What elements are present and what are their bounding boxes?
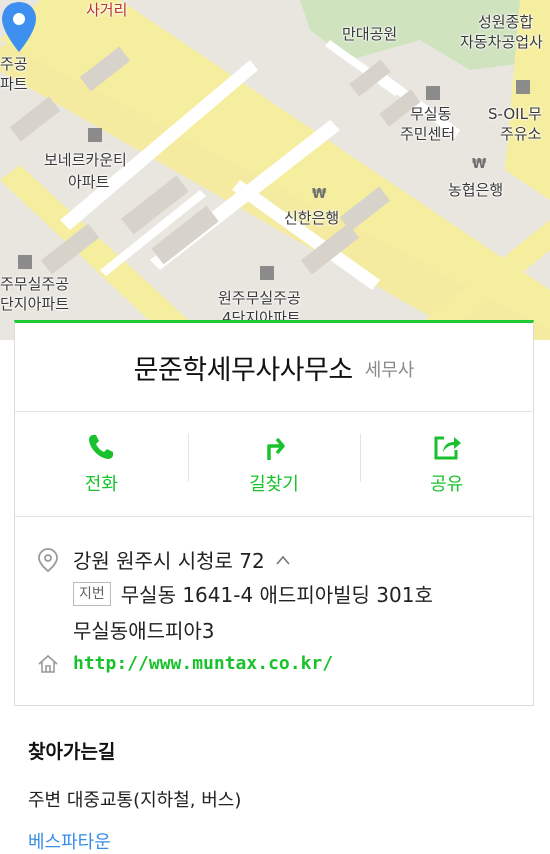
map-label-nonghyup: 농협은행 xyxy=(448,181,504,199)
route-label: 길찾기 xyxy=(249,474,299,495)
svg-text:₩: ₩ xyxy=(472,157,487,172)
route-button[interactable]: 길찾기 xyxy=(187,412,361,516)
share-icon xyxy=(434,436,461,460)
chevron-up-icon[interactable] xyxy=(275,554,291,566)
share-label: 공유 xyxy=(430,474,464,495)
action-bar: 전화 길찾기 공유 xyxy=(15,412,533,516)
map-label-wonju-musil1: 원주무실주공 xyxy=(218,289,301,307)
share-button[interactable]: 공유 xyxy=(360,412,533,516)
directions-title: 찾아가는길 xyxy=(28,741,116,763)
jibun-address: 무실동 1641-4 애드피아빌딩 301호 xyxy=(120,583,433,607)
map-label-auto-complex: 자동차공업사 xyxy=(460,33,543,51)
place-category: 세무사 xyxy=(364,360,415,381)
address-text: 강원 원주시 시청로 72 xyxy=(73,549,265,573)
map-view[interactable]: ₩ ₩ 사거리 만대공원 성원종합 자동차공업사 주공 파트 무실동 주민센터 … xyxy=(0,0,550,340)
map-label-musil-center2: 주민센터 xyxy=(400,125,456,143)
map-label-soil2: 주유소 xyxy=(500,125,542,143)
map-label-apt-left2: 파트 xyxy=(0,75,28,93)
location-pin-icon[interactable] xyxy=(0,0,38,54)
route-arrow-icon xyxy=(267,437,285,460)
map-label-shinhan: 신한은행 xyxy=(284,209,340,227)
address-row[interactable]: 강원 원주시 시청로 72 xyxy=(37,545,291,574)
website-row[interactable]: http://www.muntax.co.kr/ xyxy=(37,653,333,674)
place-card: 문준학세무사사무소 세무사 전화 길찾기 공유 강원 원주시 시청로 72 지번… xyxy=(14,320,534,706)
call-label: 전화 xyxy=(84,474,118,495)
building-name: 무실동애드피아3 xyxy=(73,619,215,643)
map-label-seongwon: 성원종합 xyxy=(478,13,534,31)
svg-text:₩: ₩ xyxy=(312,187,327,202)
call-button[interactable]: 전화 xyxy=(15,412,188,516)
map-label-bonair1: 보네르카운티 xyxy=(44,151,127,169)
place-name: 문준학세무사사무소 xyxy=(133,354,354,386)
jibun-badge: 지번 xyxy=(73,581,111,606)
transit-heading: 주변 대중교통(지하철, 버스) xyxy=(28,790,242,811)
map-label-soil1: S-OIL무 xyxy=(488,105,542,123)
jibun-row: 지번 무실동 1641-4 애드피아빌딩 301호 xyxy=(73,579,433,608)
divider xyxy=(15,516,533,517)
bus-stop-link[interactable]: 베스파타운 xyxy=(28,828,111,854)
map-label-sageori: 사거리 xyxy=(86,1,128,19)
place-title-row: 문준학세무사사무소 세무사 xyxy=(15,323,533,411)
map-label-musil-jugong2: 단지아파트 xyxy=(0,295,70,313)
map-label-musil-center1: 무실동 xyxy=(410,105,452,123)
map-label-musil-jugong1: 주무실주공 xyxy=(0,275,70,293)
website-link[interactable]: http://www.muntax.co.kr/ xyxy=(73,653,333,674)
location-marker-icon xyxy=(38,547,58,572)
phone-icon xyxy=(89,435,114,459)
map-label-mandae-park: 만대공원 xyxy=(342,25,398,43)
home-icon xyxy=(38,654,58,673)
map-label-apt-left1: 주공 xyxy=(0,55,28,73)
map-label-bonair2: 아파트 xyxy=(68,173,110,191)
